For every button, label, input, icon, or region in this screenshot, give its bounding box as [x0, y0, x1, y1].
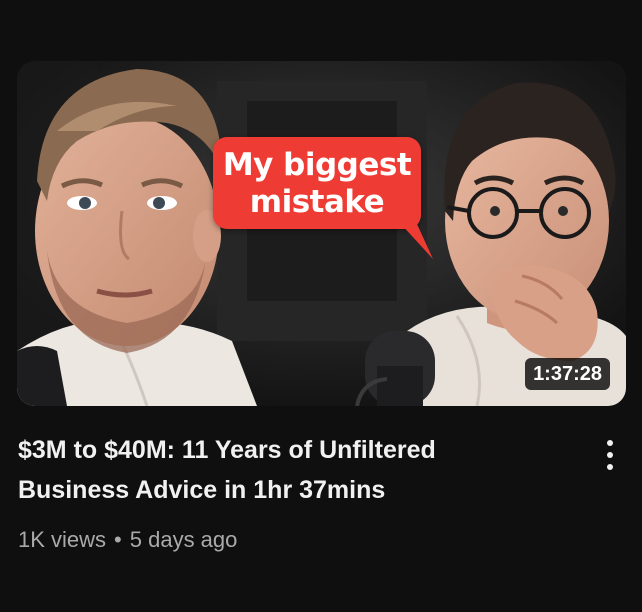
video-metadata: 1K views • 5 days ago	[18, 525, 237, 555]
bubble-tail	[389, 211, 433, 259]
upload-age: 5 days ago	[129, 527, 238, 552]
video-card: My biggest mistake 1:37:28 $3M to $40M: …	[0, 0, 642, 612]
more-vertical-icon[interactable]	[596, 436, 624, 474]
video-thumbnail[interactable]: My biggest mistake 1:37:28	[17, 61, 626, 406]
video-title[interactable]: $3M to $40M: 11 Years of Unfiltered Busi…	[18, 430, 538, 510]
thumbnail-image	[17, 61, 626, 406]
duration-badge: 1:37:28	[525, 358, 610, 390]
thumbnail-caption-line1: My biggest	[222, 147, 412, 183]
meta-separator: •	[114, 527, 122, 552]
view-count: 1K views	[18, 527, 107, 552]
